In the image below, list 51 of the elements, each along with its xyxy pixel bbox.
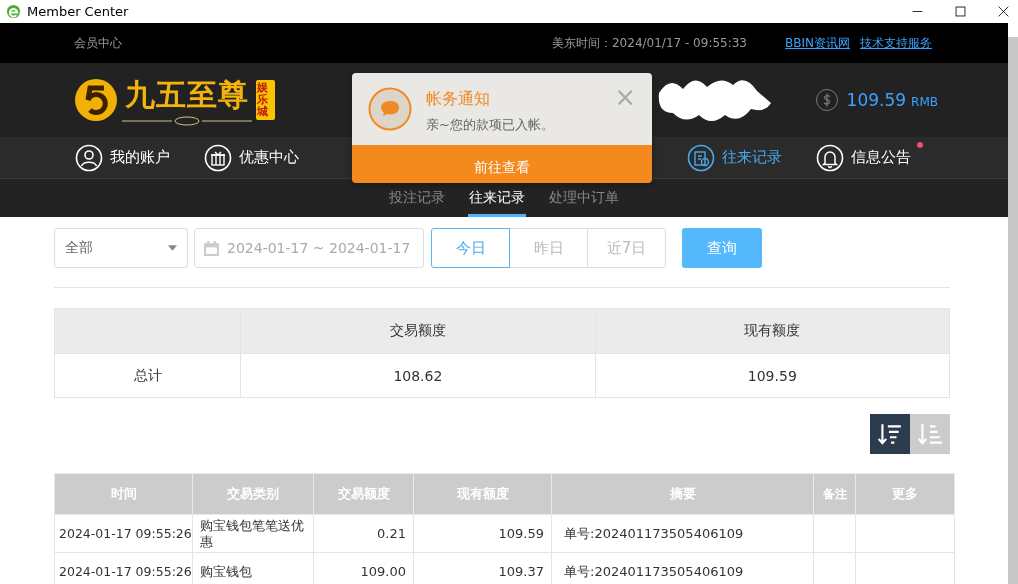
logo-emblem-icon: [74, 78, 118, 122]
nav-item[interactable]: 我的账户: [75, 143, 170, 172]
nav-item[interactable]: 往来记录: [687, 143, 782, 172]
user-icon: [75, 143, 103, 172]
dollar-icon: [814, 88, 839, 112]
balance-amount: 109.59: [846, 90, 907, 110]
table-cell: 购宝钱包: [200, 563, 252, 579]
summary-cell: 108.62: [240, 353, 596, 398]
sort-descending-icon: [877, 421, 903, 447]
logo-text: 九五至尊: [125, 75, 249, 114]
ornament-icon: [122, 115, 252, 126]
close-button[interactable]: [997, 5, 1010, 18]
calendar-icon: [204, 240, 219, 256]
money-chat-icon: [368, 87, 412, 131]
window-title: Member Center: [27, 4, 129, 19]
date-range-field[interactable]: 2024-01-17 ~ 2024-01-17: [194, 228, 424, 268]
type-dropdown[interactable]: 全部: [54, 228, 188, 268]
sort-lines-icon: [917, 421, 943, 447]
date-range-tab[interactable]: 今日: [431, 228, 510, 268]
top-link[interactable]: 技术支持服务: [860, 34, 932, 52]
member-center-label: 会员中心: [74, 34, 122, 52]
clipboard-clock-icon: [687, 143, 715, 172]
logo-badge: 娱乐城: [256, 79, 275, 121]
table-cell: 109.37: [498, 563, 544, 579]
currency-label: RMB: [911, 94, 938, 109]
summary-header-cell: 现有额度: [595, 308, 950, 354]
table-cell: 0.21: [377, 525, 406, 541]
summary-cell: 总计: [54, 353, 241, 398]
table-cell: 单号:202401173505406109: [564, 525, 744, 541]
table-cell: 2024-01-17 09:55:26: [59, 564, 192, 579]
gift-icon: [204, 143, 232, 172]
notification-message: 亲~您的款项已入帐。: [426, 116, 555, 134]
table-cell: 购宝钱包笔笔送优惠: [200, 517, 304, 549]
notification-title: 帐务通知: [426, 89, 491, 110]
nav-item[interactable]: 优惠中心: [204, 143, 299, 172]
table-cell: 2024-01-17 09:55:26: [59, 526, 192, 541]
table-cell: 109.59: [498, 525, 544, 541]
nav-item[interactable]: 信息公告: [816, 143, 911, 172]
summary-cell: 109.59: [595, 353, 950, 398]
view-button[interactable]: 前往查看: [352, 145, 652, 183]
top-link[interactable]: BBIN资讯网: [785, 34, 850, 52]
table-cell: 单号:202401173505406109: [564, 563, 744, 579]
clock-text: 美东时间：2024/01/17 - 09:55:33: [552, 34, 747, 52]
bell-icon: [816, 143, 844, 172]
table-cell: 109.00: [360, 563, 406, 579]
sort-descending-button[interactable]: [870, 414, 910, 454]
maximize-button[interactable]: [954, 5, 967, 18]
caret-icon: [168, 245, 177, 251]
scrollbar[interactable]: [1008, 37, 1018, 584]
app-icon: [6, 4, 21, 19]
summary-header-cell: 交易额度: [240, 308, 596, 354]
